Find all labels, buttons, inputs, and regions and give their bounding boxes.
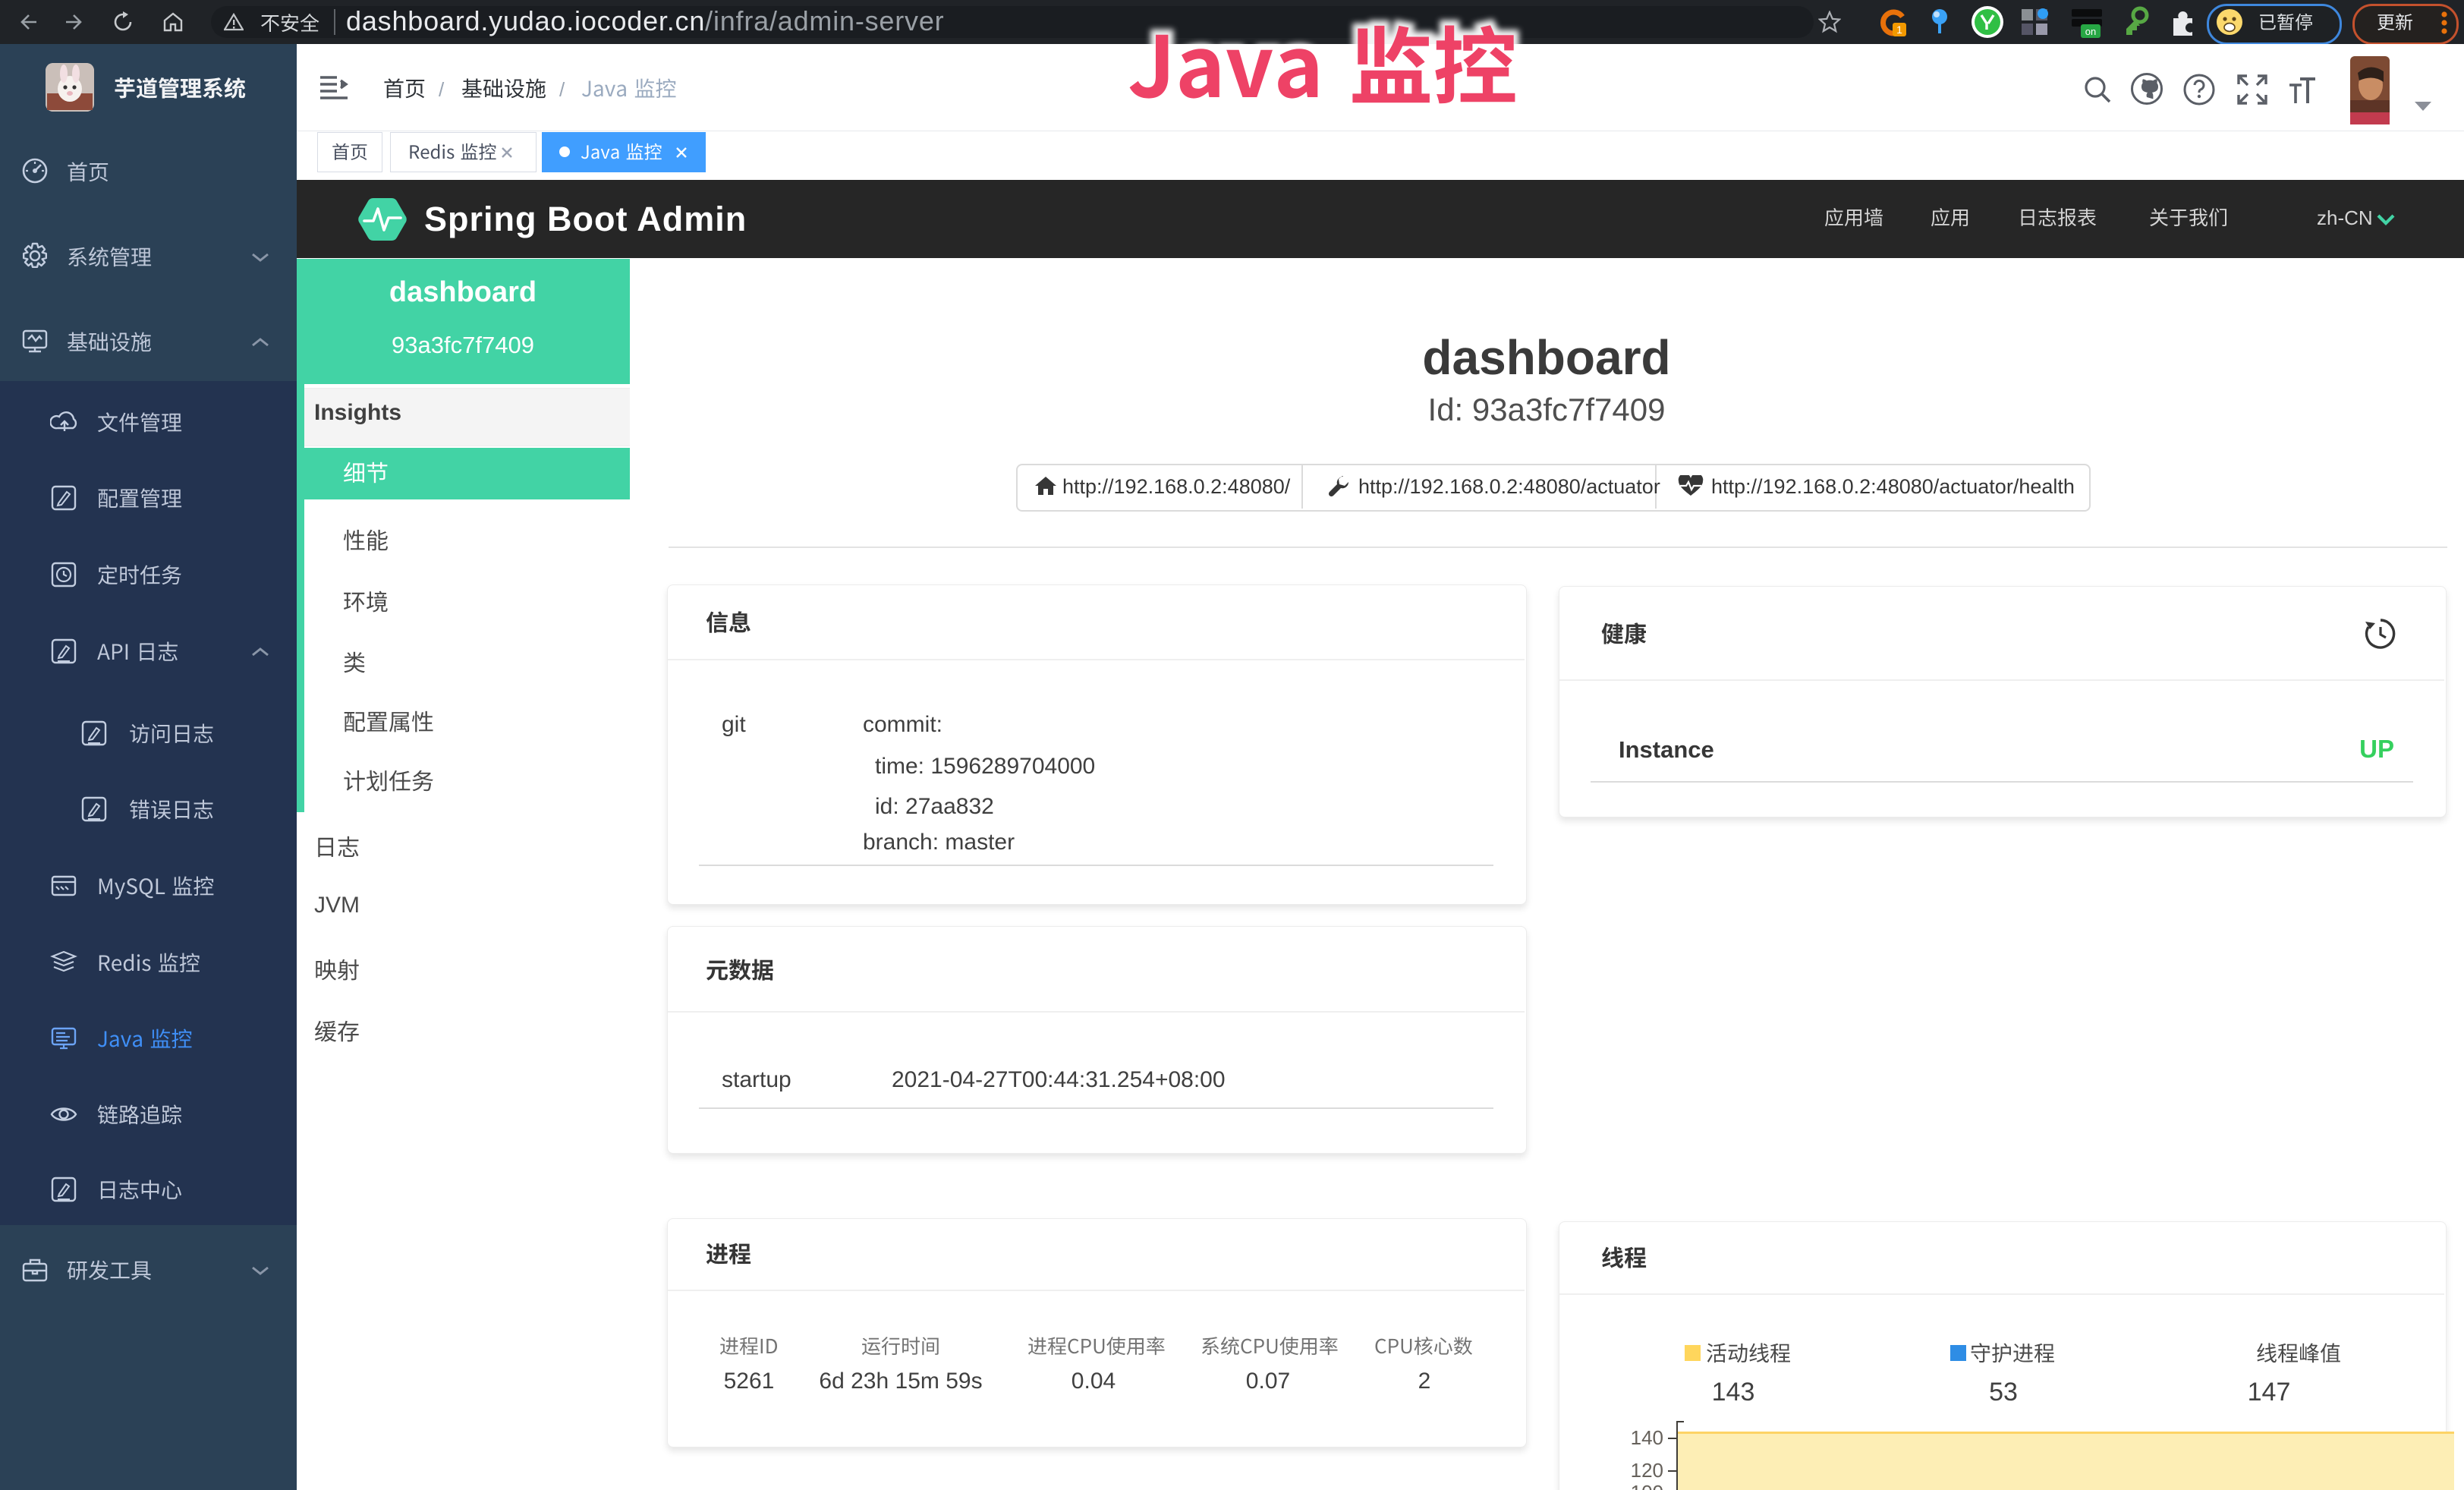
svg-text:1: 1 [1896, 24, 1902, 36]
svg-text:on: on [2085, 26, 2096, 37]
